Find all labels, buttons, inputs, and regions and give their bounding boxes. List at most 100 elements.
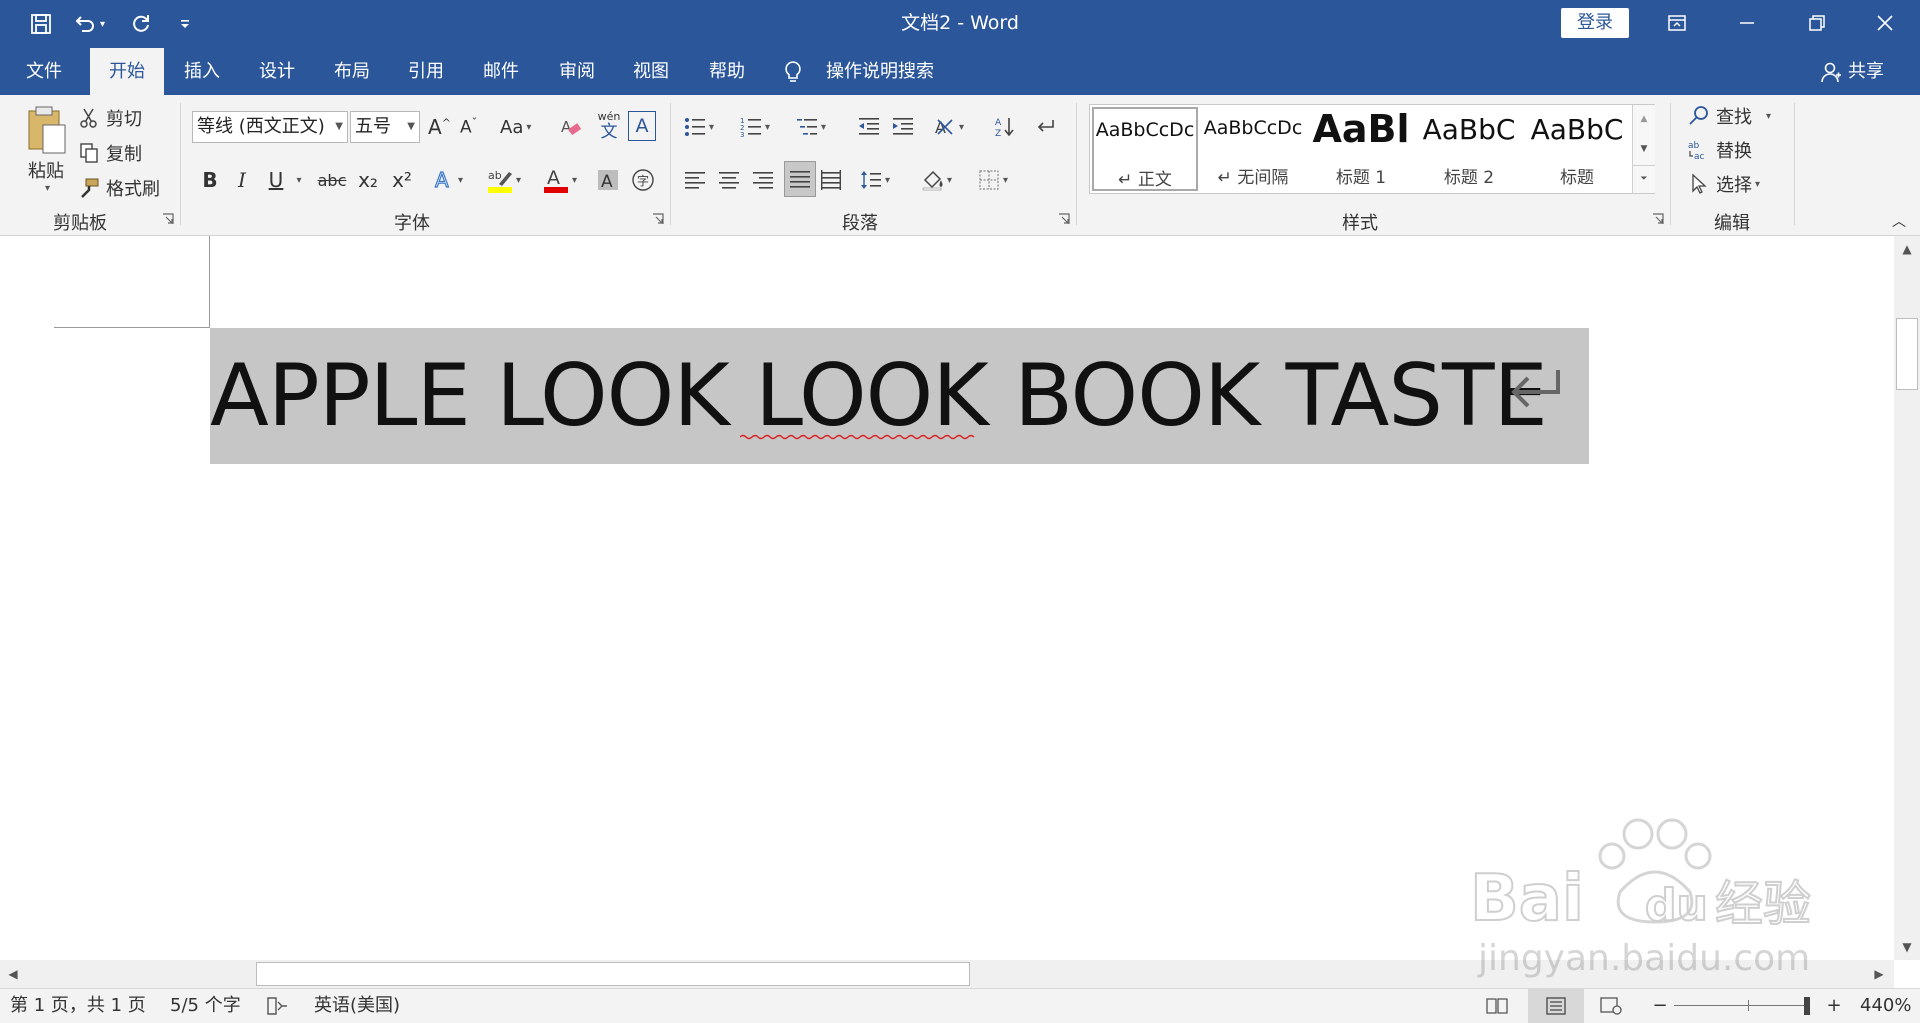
paste-button[interactable]: 粘贴 ▾ [18, 105, 74, 195]
restore-button[interactable] [1782, 0, 1852, 46]
sort-button[interactable]: AZ [994, 111, 1022, 143]
horizontal-scroll-thumb[interactable] [256, 962, 970, 986]
distributed-icon [821, 170, 841, 190]
undo-dropdown-icon[interactable]: ▾ [100, 19, 105, 30]
show-formatting-marks-button[interactable] [1034, 111, 1062, 143]
text-highlight-button[interactable]: ab ▾ [480, 163, 528, 197]
tab-home[interactable]: 开始 [90, 48, 164, 95]
align-left-button[interactable] [684, 163, 712, 197]
character-border-button[interactable]: A [628, 111, 656, 141]
undo-button[interactable]: ▾ [66, 8, 112, 40]
redo-button[interactable] [124, 8, 158, 40]
phonetic-guide-button[interactable]: wén 文 [594, 107, 624, 145]
zoom-slider-thumb[interactable] [1804, 997, 1810, 1015]
tab-layout[interactable]: 布局 [320, 48, 384, 95]
enclose-characters-button[interactable]: 字 [628, 163, 658, 197]
style-title[interactable]: AaBbC 标题 [1524, 107, 1630, 191]
tab-view[interactable]: 视图 [618, 48, 684, 95]
ribbon-display-options-button[interactable] [1642, 0, 1712, 46]
zoom-level[interactable]: 440% [1860, 989, 1911, 1023]
underline-dropdown-icon[interactable]: ▾ [292, 163, 306, 197]
paste-dropdown-icon[interactable]: ▾ [45, 183, 50, 194]
save-button[interactable] [24, 8, 58, 40]
character-shading-button[interactable]: A [594, 163, 622, 197]
clipboard-dialog-launcher-icon[interactable] [162, 213, 174, 225]
collapse-ribbon-button[interactable]: ︿ [1890, 213, 1908, 230]
gallery-more-button[interactable]: ⏷ [1633, 165, 1655, 194]
numbering-button[interactable]: 123 ▾ [740, 111, 784, 143]
copy-button[interactable]: 复制 [78, 138, 142, 168]
close-button[interactable] [1850, 0, 1920, 46]
format-painter-button[interactable]: 格式刷 [78, 173, 160, 203]
copy-icon [80, 143, 98, 163]
replace-button[interactable]: ab ac 替换 [1688, 135, 1752, 165]
tell-me-search[interactable]: 操作说明搜索 [780, 48, 950, 95]
change-case-button[interactable]: Aa ▾ [500, 111, 542, 143]
select-button[interactable]: 选择 ▾ [1688, 169, 1760, 199]
borders-button[interactable]: ▾ [978, 163, 1026, 197]
subscript-button[interactable]: x₂ [354, 163, 382, 197]
share-button[interactable]: 共享 [1818, 48, 1908, 95]
font-dialog-launcher-icon[interactable] [652, 213, 664, 225]
grow-font-button[interactable]: A^ [428, 111, 456, 143]
superscript-button[interactable]: x² [388, 163, 416, 197]
scroll-left-button[interactable]: ◀ [2, 963, 24, 985]
multilevel-list-button[interactable]: ▾ [796, 111, 840, 143]
font-color-button[interactable]: A ▾ [538, 163, 582, 197]
paragraph-dialog-launcher-icon[interactable] [1058, 213, 1070, 225]
proofing-button[interactable] [266, 989, 292, 1023]
chinese-layout-button[interactable]: A ▾ [934, 111, 978, 143]
justify-button[interactable] [784, 161, 816, 197]
clear-formatting-button[interactable]: A [560, 111, 590, 143]
minimize-button[interactable] [1712, 0, 1782, 46]
tab-file[interactable]: 文件 [10, 48, 78, 95]
style-normal[interactable]: AaBbCcDc ↵ 正文 [1092, 107, 1198, 191]
language-indicator[interactable]: 英语(美国) [314, 989, 400, 1023]
font-size-dropdown[interactable]: 五号 ▼ [350, 111, 420, 143]
scroll-up-button[interactable]: ▲ [1896, 238, 1918, 260]
login-button[interactable]: 登录 [1561, 8, 1629, 38]
underline-button[interactable]: U [262, 163, 290, 197]
line-spacing-button[interactable]: ▾ [860, 163, 904, 197]
style-no-spacing[interactable]: AaBbCcDc ↵ 无间隔 [1200, 107, 1306, 191]
vertical-scroll-thumb[interactable] [1896, 318, 1918, 390]
tab-review[interactable]: 审阅 [544, 48, 610, 95]
customize-quick-access-button[interactable] [168, 8, 202, 40]
tab-design[interactable]: 设计 [244, 48, 310, 95]
shrink-font-button[interactable]: Aˇ [460, 111, 488, 143]
gallery-up-button[interactable]: ▲ [1633, 105, 1655, 133]
decrease-indent-button[interactable] [858, 111, 886, 143]
gallery-down-button[interactable]: ▼ [1633, 135, 1655, 163]
zoom-in-button[interactable]: + [1826, 989, 1842, 1023]
style-heading-1[interactable]: AaBl 标题 1 [1308, 107, 1414, 191]
tab-mailings[interactable]: 邮件 [468, 48, 534, 95]
zoom-slider-track[interactable] [1674, 1005, 1804, 1006]
scroll-right-button[interactable]: ▶ [1868, 963, 1890, 985]
zoom-out-button[interactable]: − [1652, 989, 1668, 1023]
font-name-dropdown[interactable]: 等线 (西文正文) ▼ [192, 111, 348, 143]
word-count[interactable]: 5/5 个字 [170, 989, 241, 1023]
align-right-button[interactable] [752, 163, 780, 197]
tab-insert[interactable]: 插入 [170, 48, 234, 95]
align-center-button[interactable] [718, 163, 746, 197]
styles-dialog-launcher-icon[interactable] [1652, 213, 1664, 225]
cut-button[interactable]: 剪切 [78, 103, 142, 133]
shading-button[interactable]: ▾ [922, 163, 970, 197]
strikethrough-button[interactable]: abc [314, 163, 350, 197]
bold-button[interactable]: B [196, 163, 224, 197]
find-button[interactable]: 查找 ▾ [1688, 101, 1771, 131]
increase-indent-button[interactable] [892, 111, 920, 143]
page-count[interactable]: 第 1 页，共 1 页 [10, 989, 146, 1023]
tab-references[interactable]: 引用 [394, 48, 458, 95]
text-effects-button[interactable]: A ▾ [428, 163, 468, 197]
read-mode-button[interactable] [1486, 989, 1516, 1023]
bullets-button[interactable]: ▾ [684, 111, 728, 143]
style-heading-2[interactable]: AaBbC 标题 2 [1416, 107, 1522, 191]
italic-button[interactable]: I [228, 163, 256, 197]
document-text[interactable]: APPLE LOOK LOOK BOOK TASTE [210, 328, 1548, 464]
print-layout-button[interactable] [1528, 989, 1584, 1023]
scroll-down-button[interactable]: ▼ [1896, 936, 1918, 958]
distributed-button[interactable] [820, 163, 848, 197]
tab-help[interactable]: 帮助 [694, 48, 760, 95]
web-layout-button[interactable] [1600, 989, 1630, 1023]
